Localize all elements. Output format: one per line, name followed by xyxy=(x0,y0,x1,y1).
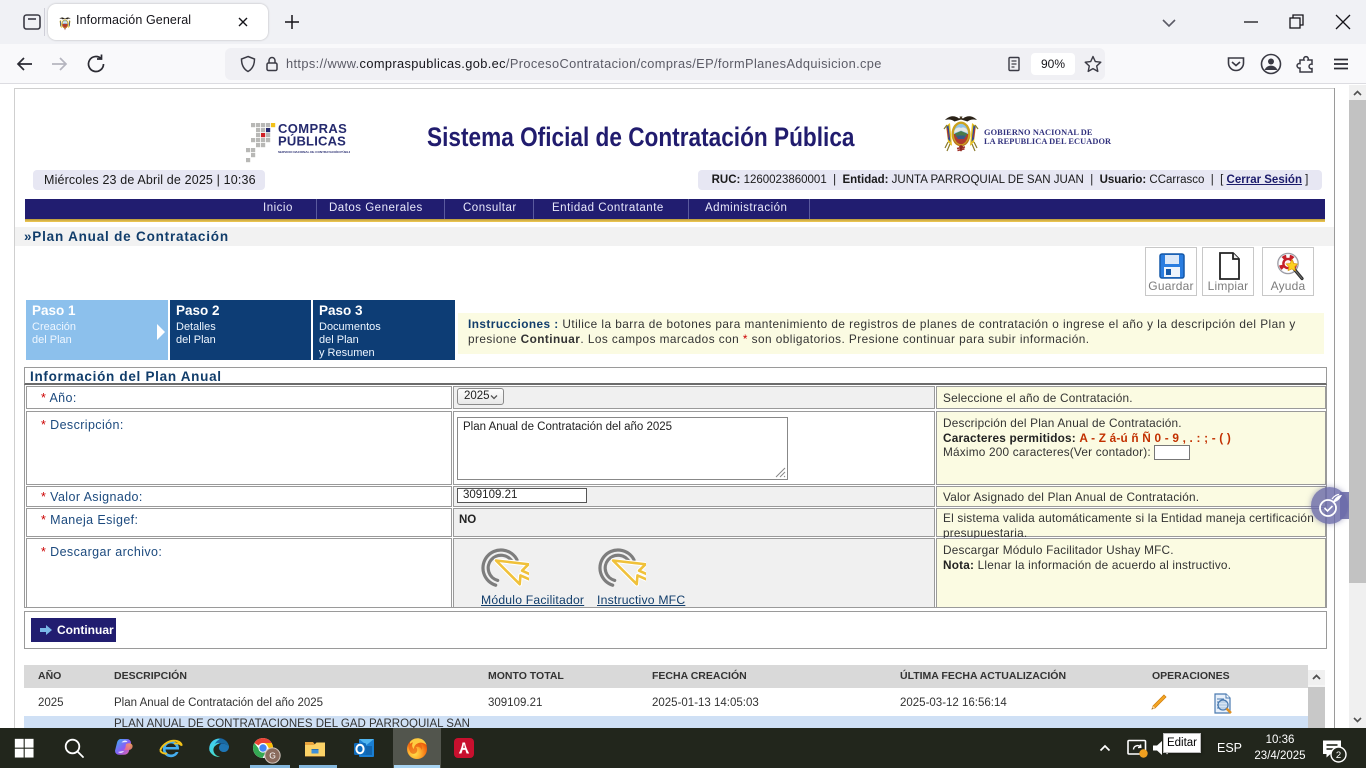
svg-text:PÚBLICAS: PÚBLICAS xyxy=(278,134,346,149)
svg-text:2: 2 xyxy=(1336,750,1341,761)
svg-text:G: G xyxy=(269,751,276,761)
svg-text:SERVICIO NACIONAL DE CONTRATAC: SERVICIO NACIONAL DE CONTRATACIÓN PÚBLIC… xyxy=(278,149,350,154)
